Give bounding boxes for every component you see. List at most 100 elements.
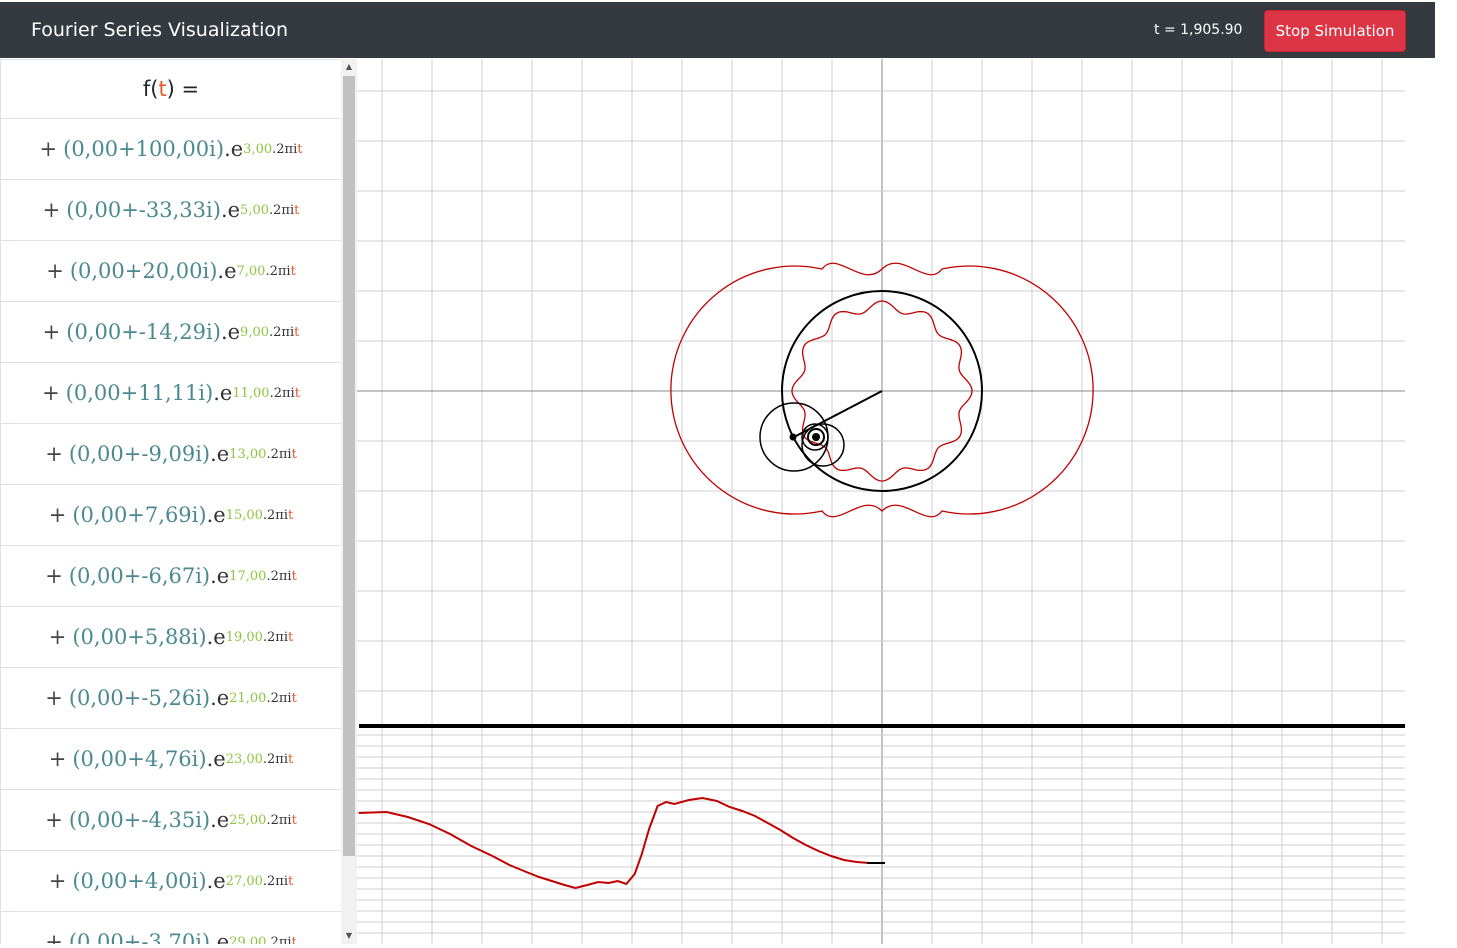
term-variable: t (294, 385, 300, 401)
term-coefficient: (0,00+20,00i) (69, 259, 218, 283)
term-frequency: 13,00 (229, 446, 267, 462)
term-two-pi-i: .2πi (266, 934, 292, 945)
term-variable: t (291, 690, 297, 706)
term-coefficient: (0,00+-14,29i) (66, 320, 221, 344)
term-plus: + (39, 137, 58, 161)
term-exponent: 15,00.2πit (226, 508, 294, 523)
term-two-pi-i: .2πi (265, 263, 291, 279)
time-readout: t = 1,905.90 (1154, 22, 1243, 38)
term-coefficient: (0,00+7,69i) (72, 503, 207, 527)
term-coefficient: (0,00+-5,26i) (68, 686, 211, 710)
term-frequency: 25,00 (229, 812, 267, 828)
term-variable: t (288, 751, 294, 767)
term-plus: + (45, 564, 63, 588)
fourier-terms-panel[interactable]: f(t) = + (0,00+100,00i) .e 3,00.2πit + (0,00+… (0, 59, 357, 944)
term-coefficient: (0,00+5,88i) (72, 625, 207, 649)
term-variable: t (291, 934, 297, 945)
epicycle-center (812, 433, 820, 441)
term-frequency: 17,00 (229, 568, 267, 584)
term-two-pi-i: .2πi (269, 202, 295, 218)
term-frequency: 21,00 (229, 690, 267, 706)
app-title: Fourier Series Visualization (31, 19, 289, 41)
term-exp-base: .e (210, 686, 230, 710)
term-plus: + (45, 930, 63, 944)
term-variable: t (288, 629, 294, 645)
term-plus: + (42, 198, 61, 222)
term-two-pi-i: .2πi (262, 751, 289, 767)
term-exponent: 5,00.2πit (240, 203, 299, 218)
term-row: + (0,00+20,00i) .e 7,00.2πit (0, 241, 341, 302)
term-coefficient: (0,00+-4,35i) (68, 808, 211, 832)
term-frequency: 19,00 (225, 629, 263, 645)
simulation-svg (357, 59, 1405, 944)
term-two-pi-i: .2πi (272, 141, 298, 157)
term-coefficient: (0,00+4,00i) (72, 869, 207, 893)
sidebar-scrollbar[interactable]: ▲ ▼ (341, 59, 357, 944)
term-plus: + (48, 503, 67, 527)
function-equals: ) = (166, 77, 200, 101)
term-row: + (0,00+5,88i) .e 19,00.2πit (0, 607, 341, 668)
term-plus: + (48, 747, 67, 771)
term-variable: t (294, 202, 300, 218)
term-variable: t (291, 812, 297, 828)
term-exponent: 3,00.2πit (243, 142, 302, 157)
term-row: + (0,00+-6,67i) .e 17,00.2πit (0, 546, 341, 607)
term-exponent: 9,00.2πit (240, 325, 299, 340)
term-exponent: 25,00.2πit (229, 813, 297, 828)
term-frequency: 7,00 (236, 263, 266, 279)
term-plus: + (42, 381, 60, 405)
term-variable: t (291, 446, 297, 462)
term-two-pi-i: .2πi (269, 324, 295, 340)
term-two-pi-i: .2πi (266, 812, 292, 828)
term-coefficient: (0,00+100,00i) (63, 137, 225, 161)
term-row: + (0,00+100,00i) .e 3,00.2πit (0, 119, 341, 180)
term-variable: t (290, 263, 296, 279)
term-two-pi-i: .2πi (269, 385, 295, 401)
term-row: + (0,00+-14,29i) .e 9,00.2πit (0, 302, 341, 363)
epicycle-tip-dot (789, 433, 797, 441)
term-plus: + (42, 320, 61, 344)
term-frequency: 29,00 (229, 934, 267, 945)
term-exponent: 29,00.2πit (229, 935, 297, 945)
function-header: f(t) = (0, 59, 341, 119)
term-list: f(t) = + (0,00+100,00i) .e 3,00.2πit + (0,00+… (0, 59, 341, 944)
function-name: f( (142, 77, 159, 101)
term-two-pi-i: .2πi (262, 507, 289, 523)
term-exp-base: .e (210, 808, 230, 832)
term-coefficient: (0,00+-33,33i) (66, 198, 221, 222)
term-row: + (0,00+-9,09i) .e 13,00.2πit (0, 424, 341, 485)
term-frequency: 15,00 (225, 507, 263, 523)
term-exponent: 17,00.2πit (229, 569, 297, 584)
term-coefficient: (0,00+-3,70i) (68, 930, 211, 944)
simulation-canvas[interactable] (357, 59, 1407, 944)
term-variable: t (288, 507, 294, 523)
term-row: + (0,00+-5,26i) .e 21,00.2πit (0, 668, 341, 729)
term-row: + (0,00+4,00i) .e 27,00.2πit (0, 851, 341, 912)
term-exp-base: .e (224, 137, 244, 161)
term-plus: + (45, 686, 63, 710)
scroll-up-arrow-icon[interactable]: ▲ (341, 59, 357, 75)
term-row: + (0,00+4,76i) .e 23,00.2πit (0, 729, 341, 790)
stop-simulation-button[interactable]: Stop Simulation (1264, 10, 1406, 52)
term-row: + (0,00+-33,33i) .e 5,00.2πit (0, 180, 341, 241)
term-two-pi-i: .2πi (262, 629, 289, 645)
term-plus: + (45, 442, 63, 466)
scrollbar-thumb[interactable] (343, 76, 355, 856)
term-exp-base: .e (217, 259, 237, 283)
term-exponent: 21,00.2πit (229, 691, 297, 706)
term-two-pi-i: .2πi (266, 690, 292, 706)
term-exp-base: .e (220, 320, 241, 344)
term-coefficient: (0,00+4,76i) (72, 747, 207, 771)
term-plus: + (45, 808, 63, 832)
term-exp-base: .e (220, 198, 241, 222)
term-exponent: 11,00.2πit (232, 386, 300, 401)
term-exponent: 27,00.2πit (226, 874, 294, 889)
term-exp-base: .e (206, 747, 226, 771)
term-exponent: 13,00.2πit (229, 447, 297, 462)
term-exp-base: .e (206, 869, 226, 893)
term-two-pi-i: .2πi (266, 568, 292, 584)
scroll-down-arrow-icon[interactable]: ▼ (341, 928, 357, 944)
term-exp-base: .e (210, 564, 230, 588)
term-exponent: 19,00.2πit (226, 630, 294, 645)
term-exp-base: .e (210, 930, 230, 944)
